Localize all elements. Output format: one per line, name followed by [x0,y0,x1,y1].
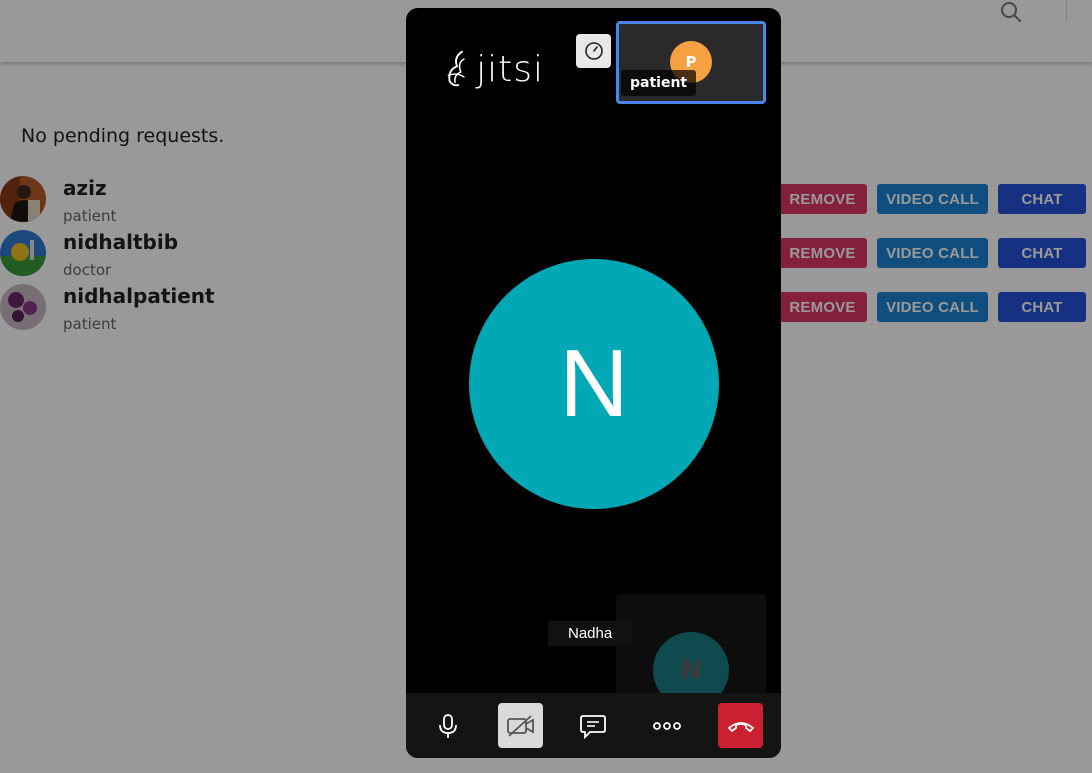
hangup-button[interactable] [718,703,763,748]
more-actions-button[interactable] [644,703,689,748]
remote-participant-name: patient [621,70,697,96]
microphone-button[interactable] [425,703,470,748]
camera-button[interactable] [498,703,543,748]
chat-icon [579,714,606,739]
jitsi-call-window: jitsi P patient N N Nadha [406,8,781,758]
speedometer-icon [584,42,603,60]
microphone-icon [438,713,457,738]
hangup-icon [727,721,754,732]
camera-off-icon [506,714,534,737]
more-icon [652,721,681,730]
chat-toggle-button[interactable] [570,703,615,748]
connection-speed-button[interactable] [576,34,611,68]
local-participant-name: Nadha [548,621,633,646]
call-toolbar [406,693,781,758]
jitsi-logo-text: jitsi [476,48,544,90]
jitsi-logo-icon [447,50,465,87]
jitsi-logo: jitsi [444,46,544,92]
main-participant-avatar: N [469,259,719,509]
local-participant-thumbnail[interactable]: N [616,594,766,704]
remote-participant-thumbnail[interactable]: P patient [616,21,766,104]
